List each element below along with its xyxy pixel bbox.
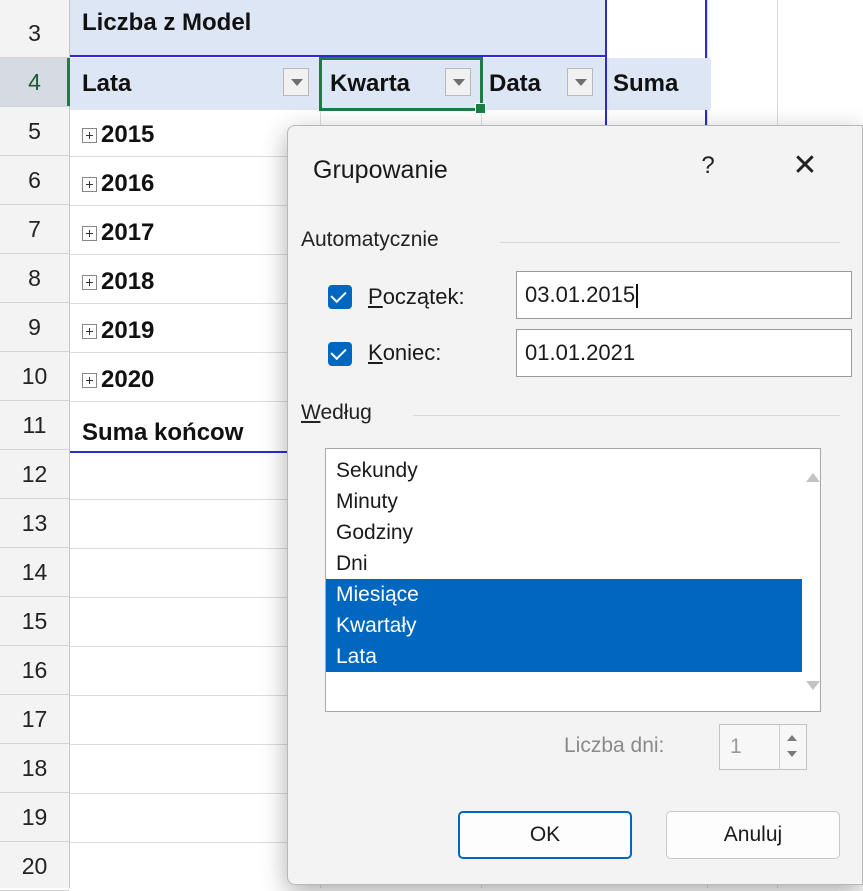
end-input[interactable]: 01.01.2021 <box>516 329 852 377</box>
year-label: 2018 <box>101 268 155 295</box>
year-row-2015[interactable]: 2015 <box>70 111 322 159</box>
end-value: 01.01.2021 <box>525 340 636 365</box>
spin-up-icon[interactable] <box>787 735 797 741</box>
row-header-8[interactable]: 8 <box>0 254 69 303</box>
year-row-2019[interactable]: 2019 <box>70 307 322 355</box>
start-label: Początek: <box>368 284 465 309</box>
pivot-title: Liczba z Model <box>82 9 252 36</box>
days-spinner[interactable] <box>779 725 806 769</box>
data-filter-dropdown-icon[interactable] <box>567 68 593 96</box>
grouping-listbox[interactable]: Sekundy Minuty Godziny Dni Miesiące Kwar… <box>325 448 821 712</box>
row-header-4[interactable]: 4 <box>0 58 70 107</box>
cancel-button[interactable]: Anuluj <box>666 811 840 859</box>
row-header-13[interactable]: 13 <box>0 499 69 548</box>
end-label: Koniec: <box>368 340 442 365</box>
year-row-2020[interactable]: 2020 <box>70 356 322 404</box>
expand-icon[interactable] <box>82 324 97 339</box>
row-header-18[interactable]: 18 <box>0 744 69 793</box>
end-auto-checkbox[interactable] <box>328 342 352 366</box>
row-header-11[interactable]: 11 <box>0 401 69 450</box>
row-header-6[interactable]: 6 <box>0 156 69 205</box>
row-header-17[interactable]: 17 <box>0 695 69 744</box>
fill-handle[interactable] <box>475 103 486 114</box>
active-cell-selection <box>319 57 486 114</box>
list-item-miesiace[interactable]: Miesiące <box>326 579 802 610</box>
row-header-12[interactable]: 12 <box>0 450 69 499</box>
ok-button[interactable]: OK <box>458 811 632 859</box>
expand-icon[interactable] <box>82 226 97 241</box>
scroll-down-icon[interactable] <box>806 681 820 690</box>
start-value: 03.01.2015 <box>525 282 636 307</box>
list-item-godziny[interactable]: Godziny <box>326 517 802 548</box>
row-header-19[interactable]: 19 <box>0 793 69 842</box>
year-label: 2020 <box>101 366 155 393</box>
header-suma: Suma <box>613 70 679 97</box>
expand-icon[interactable] <box>82 275 97 290</box>
row-header-10[interactable]: 10 <box>0 352 69 401</box>
year-label: 2016 <box>101 170 155 197</box>
expand-icon[interactable] <box>82 128 97 143</box>
row-header-20[interactable]: 20 <box>0 842 69 891</box>
grand-total-label[interactable]: Suma końcow <box>70 409 243 457</box>
row-header-3[interactable]: 3 <box>0 9 69 58</box>
list-item-kwartaly[interactable]: Kwartały <box>326 610 802 641</box>
list-item-sekundy[interactable]: Sekundy <box>326 455 802 486</box>
grouping-dialog: Grupowanie ? ✕ Automatycznie Początek: 0… <box>287 125 863 885</box>
header-data-cell[interactable]: Data <box>481 58 605 110</box>
days-label: Liczba dni: <box>564 734 665 757</box>
row-header-5[interactable]: 5 <box>0 107 69 156</box>
help-button[interactable]: ? <box>693 148 723 184</box>
text-cursor <box>636 284 639 309</box>
header-data: Data <box>489 70 542 97</box>
close-icon[interactable]: ✕ <box>785 146 825 186</box>
row-header-14[interactable]: 14 <box>0 548 69 597</box>
grand-total-border <box>70 451 310 453</box>
auto-group-divider <box>500 242 840 243</box>
year-row-2017[interactable]: 2017 <box>70 209 322 257</box>
row-headers: 3 4 5 6 7 8 9 10 11 12 13 14 15 16 17 18… <box>0 0 70 891</box>
list-item-minuty[interactable]: Minuty <box>326 486 802 517</box>
row-header-9[interactable]: 9 <box>0 303 69 352</box>
year-label: 2019 <box>101 317 155 344</box>
header-lata: Lata <box>82 70 132 97</box>
year-row-2018[interactable]: 2018 <box>70 258 322 306</box>
days-input[interactable]: 1 <box>719 724 807 770</box>
spin-down-icon[interactable] <box>787 751 797 757</box>
by-divider <box>413 415 840 416</box>
expand-icon[interactable] <box>82 373 97 388</box>
year-label: 2015 <box>101 121 155 148</box>
year-label: 2017 <box>101 219 155 246</box>
lata-filter-dropdown-icon[interactable] <box>283 68 309 96</box>
row-header-7[interactable]: 7 <box>0 205 69 254</box>
list-item-lata[interactable]: Lata <box>326 641 802 672</box>
days-value: 1 <box>730 735 742 758</box>
list-item-dni[interactable]: Dni <box>326 548 802 579</box>
dialog-title: Grupowanie <box>313 156 448 184</box>
by-label: Według <box>301 401 372 424</box>
scroll-up-icon[interactable] <box>806 473 820 482</box>
row-header-15[interactable]: 15 <box>0 597 69 646</box>
year-row-2016[interactable]: 2016 <box>70 160 322 208</box>
expand-icon[interactable] <box>82 177 97 192</box>
start-auto-checkbox[interactable] <box>328 285 352 309</box>
auto-group-label: Automatycznie <box>301 228 439 251</box>
start-input[interactable]: 03.01.2015 <box>516 271 852 319</box>
header-lata-cell[interactable]: Lata <box>70 58 320 110</box>
pivot-title-cell[interactable]: Liczba z Model <box>70 0 605 57</box>
row-header-16[interactable]: 16 <box>0 646 69 695</box>
listbox-scrollbar[interactable] <box>802 449 820 711</box>
header-suma-cell[interactable]: Suma <box>607 58 711 110</box>
